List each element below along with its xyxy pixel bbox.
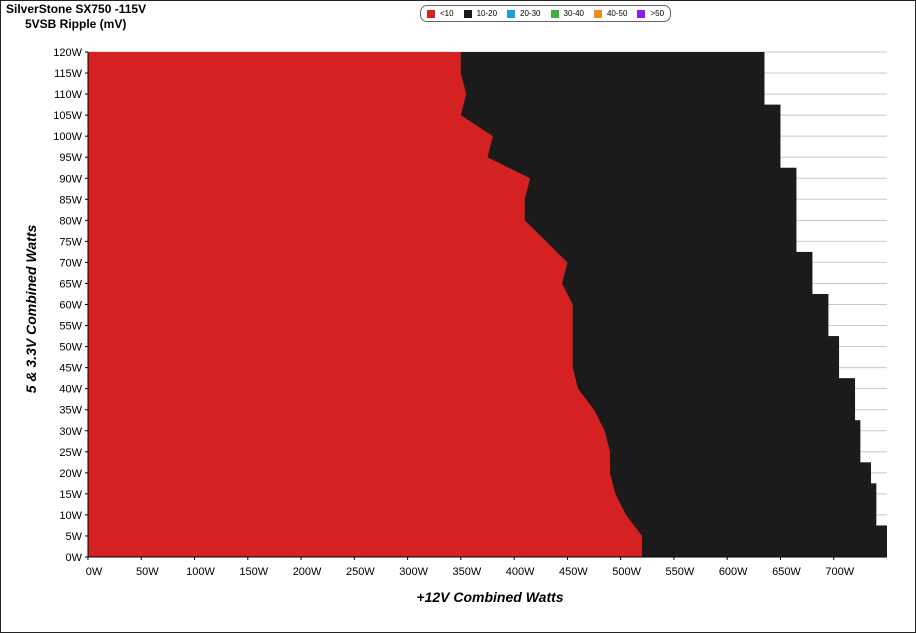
x-tick-label: 250W [346, 566, 375, 578]
x-tick-label: 500W [612, 566, 641, 578]
y-tick-label: 0W [66, 552, 83, 564]
x-tick-label: 150W [239, 566, 268, 578]
x-tick-label: 200W [293, 566, 322, 578]
y-tick-label: 5W [66, 531, 83, 543]
x-tick-label: 700W [825, 566, 854, 578]
x-axis-label: +12V Combined Watts [416, 589, 564, 605]
y-tick-label: 10W [59, 510, 82, 522]
heatmap-chart: 0W 5W 10W 15W 20W 25W 30W 35W 40W 45W 50W 55W 60W 65W… [53, 47, 887, 578]
y-tick-label: 30W [59, 426, 82, 438]
y-tick-label: 70W [59, 257, 82, 269]
y-tick-label: 50W [59, 342, 82, 354]
y-tick-label: 25W [59, 447, 82, 459]
x-tick-label: 350W [452, 566, 481, 578]
y-tick-label: 45W [59, 363, 82, 375]
y-tick-label: 90W [59, 173, 82, 185]
x-tick-label: 0W [86, 566, 103, 578]
x-tick-label: 550W [666, 566, 695, 578]
y-tick-label: 85W [59, 194, 82, 206]
x-tick-label: 450W [559, 566, 588, 578]
x-tick-label: 100W [186, 566, 215, 578]
x-tick-label: 600W [719, 566, 748, 578]
y-tick-label: 60W [59, 300, 82, 312]
y-tick-label: 80W [59, 215, 82, 227]
y-tick-label: 115W [54, 68, 83, 80]
y-tick-label: 40W [59, 384, 82, 396]
x-tick-label: 300W [399, 566, 428, 578]
x-tick-label: 400W [506, 566, 535, 578]
y-axis-label: 5 & 3.3V Combined Watts [23, 224, 39, 394]
y-tick-label: 75W [59, 236, 82, 248]
y-tick-label: 15W [59, 489, 82, 501]
y-tick-label: 105W [53, 110, 82, 122]
y-tick-label: 120W [53, 47, 82, 59]
y-tick-label: 55W [59, 321, 82, 333]
y-tick-label: 100W [53, 131, 82, 143]
y-tick-label: 20W [59, 468, 82, 480]
y-tick-label: 35W [59, 405, 82, 417]
x-tick-label: 50W [136, 566, 159, 578]
y-tick-label: 110W [54, 89, 83, 101]
y-tick-label: 65W [59, 278, 82, 290]
y-tick-label: 95W [59, 152, 82, 164]
x-tick-label: 650W [772, 566, 801, 578]
